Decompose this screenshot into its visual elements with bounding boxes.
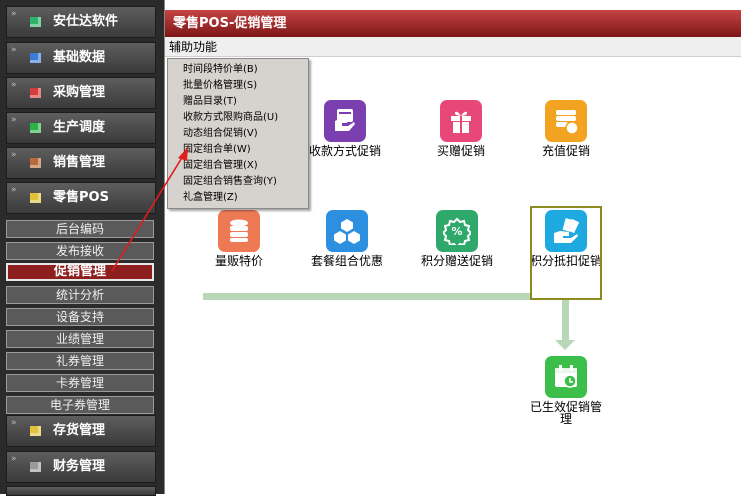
nav-item-label: 基础数据: [53, 50, 106, 65]
sub-item-device-support[interactable]: 设备支持: [6, 308, 154, 326]
tile-payment-promotion[interactable]: 收款方式促销: [305, 100, 385, 157]
chevron-icon: »: [11, 115, 17, 125]
nav-item-purchase[interactable]: » 采购管理: [6, 77, 156, 109]
gift-icon: [440, 100, 482, 142]
sidebar: » 安仕达软件 » 基础数据 » 采购管理 » 生产调度 » 销售管理 » 零售…: [0, 0, 164, 496]
tile-combo-discount[interactable]: 套餐组合优惠: [307, 210, 387, 267]
tile-label: 积分赠送促销: [420, 254, 493, 268]
sub-item-statistics[interactable]: 统计分析: [6, 286, 154, 304]
menu-item-time-special-price[interactable]: 时间段特价单(B): [168, 62, 308, 78]
menu-item-payment-limited-goods[interactable]: 收款方式限购商品(U): [168, 110, 308, 126]
sub-item-performance[interactable]: 业绩管理: [6, 330, 154, 348]
brown-square-icon: [30, 158, 41, 168]
tile-buy-gift-promotion[interactable]: 买赠促销: [421, 100, 501, 157]
sub-item-card-voucher[interactable]: 卡券管理: [6, 374, 154, 392]
chevron-icon: »: [11, 80, 17, 90]
sub-item-publish-receive[interactable]: 发布接收: [6, 242, 154, 260]
chevron-icon: »: [11, 454, 17, 464]
svg-text:%: %: [451, 225, 462, 238]
tile-label: 充值促销: [541, 144, 590, 158]
tile-label: 收款方式促销: [308, 144, 381, 158]
aux-functions-dropdown: 时间段特价单(B) 批量价格管理(S) 赠品目录(T) 收款方式限购商品(U) …: [167, 58, 309, 209]
yellow-square-icon: [30, 426, 41, 436]
chevron-down-icon: »: [11, 185, 17, 195]
nav-item-label: 采购管理: [53, 85, 106, 100]
tile-recharge-promotion[interactable]: 充值促销: [526, 100, 606, 157]
tile-label: 套餐组合优惠: [310, 254, 383, 268]
card-hand-icon: [324, 100, 366, 142]
sub-item-backend-code[interactable]: 后台编码: [6, 220, 154, 238]
menu-item-dynamic-combo[interactable]: 动态组合促销(V): [168, 126, 308, 142]
menu-item-fixed-combo-sales-query[interactable]: 固定组合销售查询(Y): [168, 174, 308, 190]
flow-connector: [562, 300, 569, 342]
chevron-icon: »: [11, 150, 17, 160]
calendar-clock-icon: [545, 356, 587, 398]
menu-item-fixed-combo-management[interactable]: 固定组合管理(X): [168, 158, 308, 174]
nav-item-label: 生产调度: [53, 120, 106, 135]
chevron-icon: »: [11, 45, 17, 55]
sub-item-e-voucher[interactable]: 电子券管理: [6, 396, 154, 414]
tile-bulk-special-price[interactable]: 量贩特价: [199, 210, 279, 267]
menu-item-gift-catalog[interactable]: 赠品目录(T): [168, 94, 308, 110]
yellow-square-icon: [30, 193, 41, 203]
nav-item-finance[interactable]: » 财务管理: [6, 451, 156, 483]
blue-square-icon: [30, 53, 41, 63]
tile-label: 买赠促销: [436, 144, 485, 158]
nav-item-basic-data[interactable]: » 基础数据: [6, 42, 156, 74]
selection-highlight: [530, 206, 602, 300]
main-panel: 零售POS-促销管理 辅助功能 收款方式促销 买赠促销 充值促销 量贩特价 套餐…: [164, 0, 741, 494]
nav-item-anshida[interactable]: » 安仕达软件: [6, 6, 156, 38]
menu-bar: 辅助功能: [165, 37, 741, 57]
green-square-icon: [30, 17, 41, 27]
tile-label: 量贩特价: [214, 254, 263, 268]
chevron-icon: »: [11, 9, 17, 19]
nav-item-label: 销售管理: [53, 155, 106, 170]
nav-item-sales[interactable]: » 销售管理: [6, 147, 156, 179]
nav-item-label: 财务管理: [53, 459, 106, 474]
nav-item-inventory[interactable]: » 存货管理: [6, 415, 156, 447]
green-square-icon: [30, 123, 41, 133]
cubes-icon: [326, 210, 368, 252]
chevron-icon: »: [11, 418, 17, 428]
sub-item-promotion-management[interactable]: 促销管理: [6, 263, 154, 281]
nav-item-production[interactable]: » 生产调度: [6, 112, 156, 144]
sub-item-gift-voucher[interactable]: 礼券管理: [6, 352, 154, 370]
tile-points-bonus-promotion[interactable]: % 积分赠送促销: [417, 210, 497, 267]
nav-item-label: 零售POS: [53, 190, 109, 205]
tile-label: 已生效促销管理: [529, 400, 602, 426]
page-title: 零售POS-促销管理: [165, 10, 741, 37]
nav-item-label: 安仕达软件: [53, 14, 119, 29]
nav-item-more[interactable]: [6, 486, 156, 496]
gray-square-icon: [30, 462, 41, 472]
nav-item-label: 存货管理: [53, 423, 106, 438]
menu-item-fixed-combo-order[interactable]: 固定组合单(W): [168, 142, 308, 158]
coins-icon: [545, 100, 587, 142]
flow-arrowhead: [555, 340, 575, 350]
flow-connector: [203, 293, 531, 300]
percent-badge-icon: %: [436, 210, 478, 252]
tile-active-promotion-management[interactable]: 已生效促销管理: [526, 356, 606, 425]
nav-item-retail-pos[interactable]: » 零售POS: [6, 182, 156, 214]
menu-item-batch-price[interactable]: 批量价格管理(S): [168, 78, 308, 94]
menu-aux-functions[interactable]: 辅助功能: [169, 40, 217, 54]
red-square-icon: [30, 88, 41, 98]
database-icon: [218, 210, 260, 252]
menu-item-gift-box-management[interactable]: 礼盒管理(Z): [168, 190, 308, 206]
